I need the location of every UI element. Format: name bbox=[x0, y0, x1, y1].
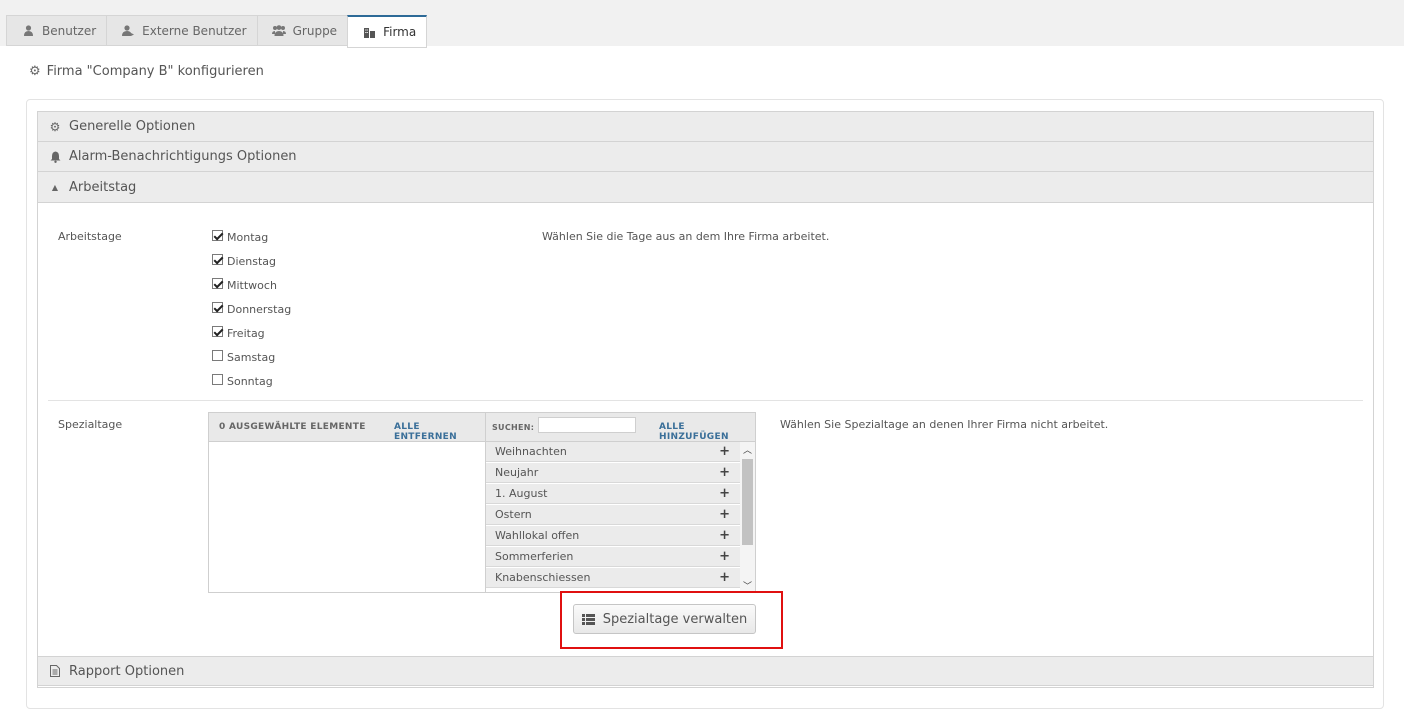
section-label: Rapport Optionen bbox=[69, 663, 185, 679]
plus-icon[interactable]: + bbox=[719, 528, 730, 543]
special-days-description: Wählen Sie Spezialtage an denen Ihrer Fi… bbox=[780, 418, 1109, 431]
tab-label: Externe Benutzer bbox=[142, 23, 247, 38]
tab-benutzer[interactable]: Benutzer bbox=[6, 15, 107, 46]
search-input[interactable] bbox=[538, 417, 636, 433]
item-label: Neujahr bbox=[495, 466, 539, 479]
section-report-options[interactable]: Rapport Optionen bbox=[38, 656, 1373, 686]
checkbox[interactable] bbox=[212, 350, 223, 361]
search-label: SUCHEN: bbox=[492, 423, 535, 432]
group-icon bbox=[271, 25, 287, 36]
checkbox-label: Mittwoch bbox=[227, 279, 277, 292]
plus-icon[interactable]: + bbox=[719, 486, 730, 501]
list-item[interactable]: Weihnachten + bbox=[486, 442, 740, 462]
checkbox-label: Donnerstag bbox=[227, 303, 292, 316]
section-alarm-options[interactable]: Alarm-Benachrichtigungs Optionen bbox=[38, 142, 1373, 172]
tab-label: Firma bbox=[383, 25, 417, 39]
plus-icon[interactable]: + bbox=[719, 444, 730, 459]
item-label: Ostern bbox=[495, 508, 532, 521]
document-icon bbox=[47, 665, 63, 677]
available-header: SUCHEN: ALLE HINZUFÜGEN bbox=[486, 413, 755, 442]
item-label: Weihnachten bbox=[495, 445, 567, 458]
page-title: ⚙ Firma "Company B" konfigurieren bbox=[29, 64, 264, 79]
list-item[interactable]: Wahllokal offen + bbox=[486, 526, 740, 546]
checkbox-mittwoch[interactable]: Mittwoch bbox=[212, 278, 277, 292]
divider bbox=[48, 400, 1363, 401]
user-icon bbox=[20, 25, 36, 36]
section-label: Alarm-Benachrichtigungs Optionen bbox=[69, 149, 297, 164]
checkbox[interactable] bbox=[212, 302, 223, 313]
checkbox-samstag[interactable]: Samstag bbox=[212, 350, 276, 364]
bell-icon bbox=[47, 151, 63, 163]
workdays-description: Wählen Sie die Tage aus an dem Ihre Firm… bbox=[542, 230, 830, 243]
list-item[interactable]: Sommerferien + bbox=[486, 547, 740, 567]
list-item[interactable]: 1. August + bbox=[486, 484, 740, 504]
list-item[interactable]: Knabenschiessen + bbox=[486, 568, 740, 588]
scrollbar[interactable]: ︿ ﹀ bbox=[740, 442, 755, 592]
tab-gruppe[interactable]: Gruppe bbox=[256, 15, 348, 46]
workdays-label: Arbeitstage bbox=[58, 230, 122, 243]
remove-all-link[interactable]: ALLE ENTFERNEN bbox=[394, 422, 485, 442]
tab-externe-benutzer[interactable]: Externe Benutzer bbox=[106, 15, 257, 46]
list-item[interactable]: Neujahr + bbox=[486, 463, 740, 483]
checkbox[interactable] bbox=[212, 230, 223, 241]
highlight-box bbox=[560, 591, 783, 649]
checkbox[interactable] bbox=[212, 278, 223, 289]
tab-label: Gruppe bbox=[292, 23, 338, 38]
selected-count: 0 AUSGEWÄHLTE ELEMENTE bbox=[219, 422, 366, 432]
item-label: 1. August bbox=[495, 487, 548, 500]
external-user-icon bbox=[120, 24, 136, 37]
checkbox-dienstag[interactable]: Dienstag bbox=[212, 254, 277, 268]
available-list: Weihnachten + Neujahr + 1. August + Ostern +… bbox=[486, 442, 740, 592]
checkbox-label: Samstag bbox=[227, 351, 276, 364]
checkbox[interactable] bbox=[212, 254, 223, 265]
add-all-link[interactable]: ALLE HINZUFÜGEN bbox=[659, 422, 755, 442]
caret-up-icon: ▲ bbox=[51, 182, 59, 192]
checkbox[interactable] bbox=[212, 326, 223, 337]
item-label: Knabenschiessen bbox=[495, 571, 591, 584]
section-label: Arbeitstag bbox=[69, 179, 137, 195]
building-icon bbox=[361, 27, 377, 38]
section-general-options[interactable]: ⚙ Generelle Optionen bbox=[38, 112, 1373, 142]
checkbox-label: Dienstag bbox=[227, 255, 277, 268]
scroll-up-icon[interactable]: ︿ bbox=[740, 442, 755, 456]
tab-label: Benutzer bbox=[42, 23, 97, 38]
checkbox-freitag[interactable]: Freitag bbox=[212, 326, 265, 340]
plus-icon[interactable]: + bbox=[719, 570, 730, 585]
checkbox-label: Sonntag bbox=[227, 375, 273, 388]
checkbox-donnerstag[interactable]: Donnerstag bbox=[212, 302, 292, 316]
checkbox-montag[interactable]: Montag bbox=[212, 230, 269, 244]
scroll-down-icon[interactable]: ﹀ bbox=[740, 578, 755, 592]
cogs-icon: ⚙ bbox=[49, 119, 61, 134]
cogs-icon: ⚙ bbox=[29, 64, 41, 79]
checkbox-sonntag[interactable]: Sonntag bbox=[212, 374, 273, 388]
plus-icon[interactable]: + bbox=[719, 465, 730, 480]
checkbox-label: Freitag bbox=[227, 327, 265, 340]
checkbox-label: Montag bbox=[227, 231, 269, 244]
scrollbar-thumb[interactable] bbox=[742, 459, 753, 545]
plus-icon[interactable]: + bbox=[719, 549, 730, 564]
item-label: Wahllokal offen bbox=[495, 529, 580, 542]
page-title-text: Firma "Company B" konfigurieren bbox=[46, 64, 264, 79]
tab-bar: Benutzer Externe Benutzer Gruppe Firma bbox=[6, 15, 428, 48]
selected-header: 0 AUSGEWÄHLTE ELEMENTE ALLE ENTFERNEN bbox=[209, 413, 485, 442]
item-label: Sommerferien bbox=[495, 550, 574, 563]
tab-firma[interactable]: Firma bbox=[347, 15, 428, 48]
checkbox[interactable] bbox=[212, 374, 223, 385]
section-label: Generelle Optionen bbox=[69, 119, 196, 134]
section-workday[interactable]: ▲ Arbeitstag bbox=[38, 172, 1373, 203]
special-days-label: Spezialtage bbox=[58, 418, 123, 431]
list-item[interactable]: Ostern + bbox=[486, 505, 740, 525]
special-days-multiselect: 0 AUSGEWÄHLTE ELEMENTE ALLE ENTFERNEN SU… bbox=[208, 412, 756, 593]
plus-icon[interactable]: + bbox=[719, 507, 730, 522]
